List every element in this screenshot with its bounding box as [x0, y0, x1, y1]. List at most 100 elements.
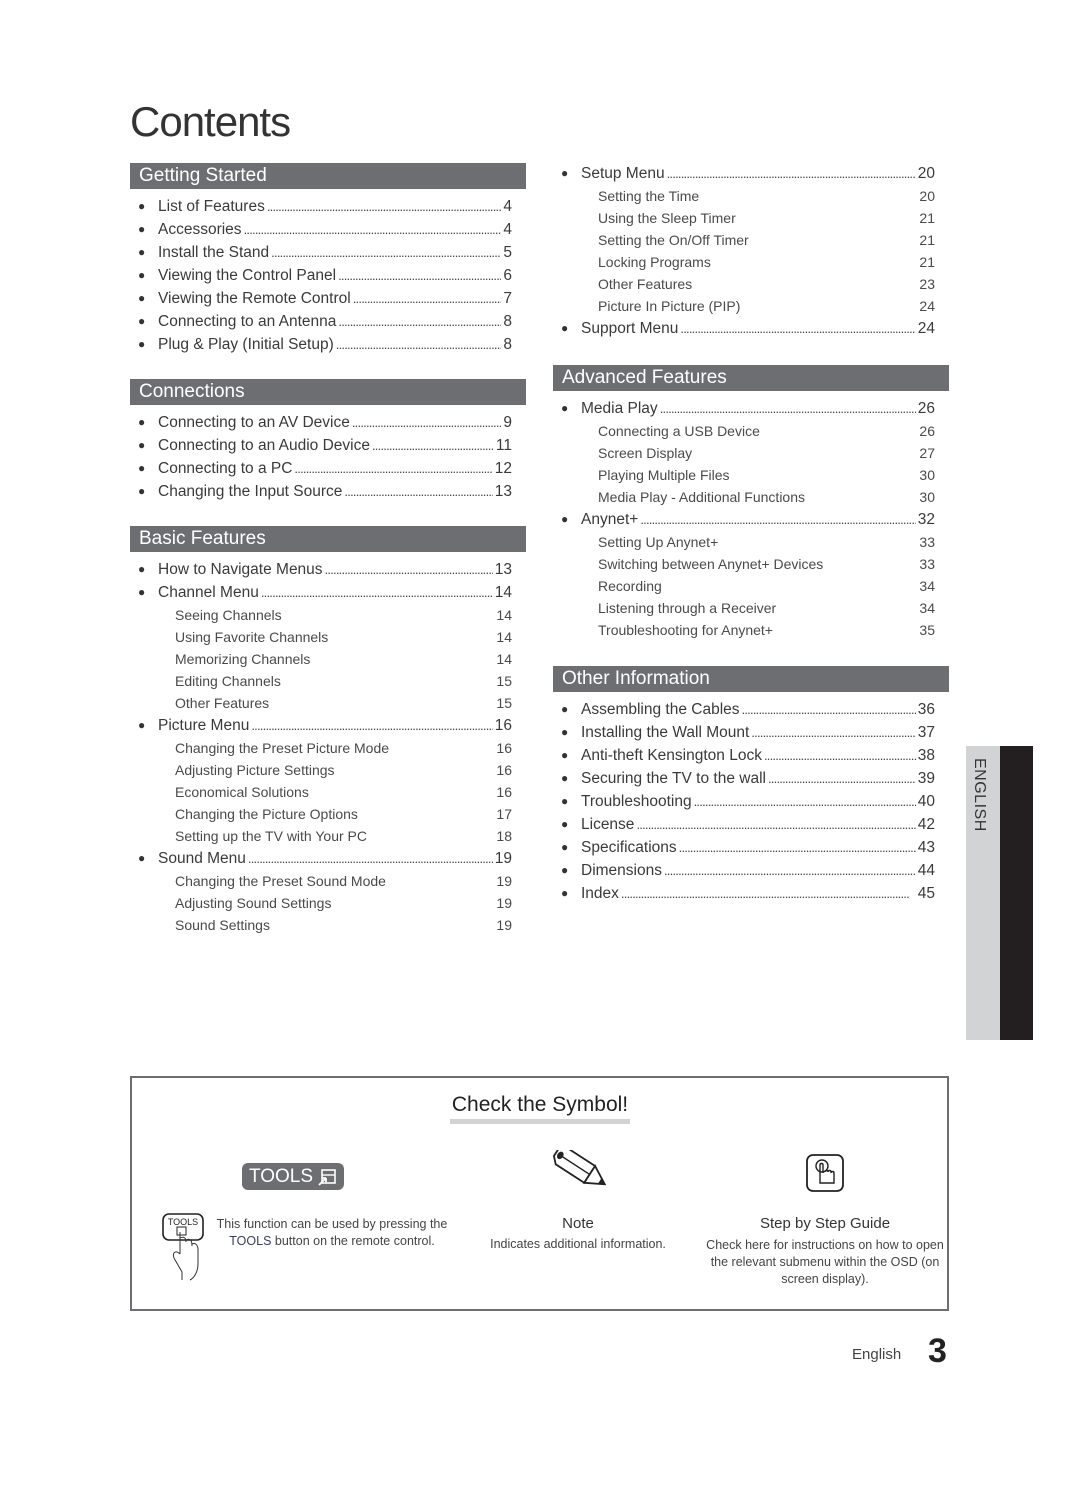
toc-subentry[interactable]: Troubleshooting for Anynet+ 35 [553, 619, 949, 641]
toc-subentry[interactable]: Using Favorite Channels 14 [130, 626, 526, 648]
dot-leader [244, 218, 502, 241]
toc-subentry-title: Locking Programs [598, 254, 711, 270]
toc-entry-page: 32 [917, 511, 935, 528]
toc-entry[interactable]: ● Plug & Play (Initial Setup) 8 [130, 333, 526, 356]
toc-subentry-page: 16 [496, 762, 512, 778]
toc-entry-page: 44 [917, 862, 935, 879]
toc-entry-title: Viewing the Remote Control [158, 290, 351, 307]
toc-subentry[interactable]: Changing the Picture Options 17 [130, 803, 526, 825]
toc-entry[interactable]: ● Connecting to an Audio Device 11 [130, 434, 526, 457]
toc-subentry[interactable]: Adjusting Sound Settings 19 [130, 892, 526, 914]
toc-subentry-page: 19 [496, 917, 512, 933]
toc-entry[interactable]: ● Support Menu 24 [553, 317, 949, 340]
toc-subentry-title: Adjusting Sound Settings [175, 895, 332, 911]
dot-leader [694, 790, 916, 813]
toc-subentry[interactable]: Changing the Preset Picture Mode 16 [130, 737, 526, 759]
toc-entry[interactable]: ● Connecting to an Antenna 8 [130, 310, 526, 333]
toc-subentry[interactable]: Recording 34 [553, 575, 949, 597]
toc-entry[interactable]: ● Connecting to an AV Device 9 [130, 411, 526, 434]
toc-entry[interactable]: ● Viewing the Control Panel 6 [130, 264, 526, 287]
toc-entry[interactable]: ● How to Navigate Menus 13 [130, 558, 526, 581]
toc-entry[interactable]: ● Accessories 4 [130, 218, 526, 241]
dot-leader [680, 317, 915, 340]
toc-subentry[interactable]: Changing the Preset Sound Mode 19 [130, 870, 526, 892]
note-label: Note [562, 1215, 594, 1232]
toc-subentry-title: Changing the Preset Sound Mode [175, 873, 386, 889]
toc-subentry[interactable]: Editing Channels 15 [130, 670, 526, 692]
toc-entry-title: Accessories [158, 221, 242, 238]
toc-subentry-page: 30 [919, 489, 935, 505]
toc-subentry[interactable]: Setting Up Anynet+ 33 [553, 531, 949, 553]
toc-entry[interactable]: ● Anynet+ 32 [553, 508, 949, 531]
bullet-icon: ● [138, 337, 146, 351]
dot-leader [352, 411, 502, 434]
tools-badge: TOOLS [242, 1163, 344, 1190]
toc-entry[interactable]: ● Anti-theft Kensington Lock 38 [553, 744, 949, 767]
toc-entry[interactable]: ● Picture Menu 16 [130, 714, 526, 737]
toc-list: ● Connecting to an AV Device 9 ● Connecting … [130, 411, 526, 503]
toc-subentry[interactable]: Setting the Time 20 [553, 185, 949, 207]
toc-subentry[interactable]: Seeing Channels 14 [130, 604, 526, 626]
toc-entry-title: Troubleshooting [581, 793, 692, 810]
toc-subentry[interactable]: Playing Multiple Files 30 [553, 464, 949, 486]
toc-entry[interactable]: ● Index 45 [553, 882, 949, 905]
toc-entry[interactable]: ● Dimensions 44 [553, 859, 949, 882]
toc-subentry[interactable]: Connecting a USB Device 26 [553, 420, 949, 442]
toc-entry[interactable]: ● Connecting to a PC 12 [130, 457, 526, 480]
toc-section: ● Setup Menu 20 Setting the Time 20 Using the… [553, 162, 949, 340]
toc-entry[interactable]: ● Securing the TV to the wall 39 [553, 767, 949, 790]
toc-subentry-page: 21 [919, 254, 935, 270]
toc-subentry[interactable]: Locking Programs 21 [553, 251, 949, 273]
toc-subentry-title: Picture In Picture (PIP) [598, 298, 741, 314]
toc-subentry[interactable]: Listening through a Receiver 34 [553, 597, 949, 619]
toc-entry-title: License [581, 816, 635, 833]
toc-subentry[interactable]: Setting the On/Off Timer 21 [553, 229, 949, 251]
toc-subentry[interactable]: Setting up the TV with Your PC 18 [130, 825, 526, 847]
toc-right-column: ● Setup Menu 20 Setting the Time 20 Using the… [553, 162, 949, 905]
tools-desc-text-end: button on the remote control. [274, 1234, 435, 1248]
toc-entry[interactable]: ● Media Play 26 [553, 397, 949, 420]
toc-entry[interactable]: ● Specifications 43 [553, 836, 949, 859]
toc-subentry[interactable]: Picture In Picture (PIP) 24 [553, 295, 949, 317]
toc-subentry-page: 33 [919, 556, 935, 572]
toc-subentry[interactable]: Screen Display 27 [553, 442, 949, 464]
guide-description: Check here for instructions on how to op… [706, 1238, 944, 1286]
bullet-icon: ● [561, 817, 569, 831]
dot-leader [660, 397, 916, 420]
toc-subentry-title: Other Features [598, 276, 693, 292]
toc-subentry[interactable]: Switching between Anynet+ Devices 33 [553, 553, 949, 575]
toc-entry[interactable]: ● List of Features 4 [130, 195, 526, 218]
toc-subentry-page: 30 [919, 467, 935, 483]
footer-language: English [852, 1346, 902, 1363]
toc-subentry[interactable]: Other Features 23 [553, 273, 949, 295]
dot-leader [621, 882, 916, 905]
toc-subentry[interactable]: Other Features 15 [130, 692, 526, 714]
toc-entry[interactable]: ● Sound Menu 19 [130, 847, 526, 870]
toc-subentry-title: Editing Channels [175, 673, 281, 689]
toc-entry-title: Assembling the Cables [581, 701, 740, 718]
toc-subentry[interactable]: Media Play - Additional Functions 30 [553, 486, 949, 508]
dot-leader [325, 558, 493, 581]
toc-entry[interactable]: ● Troubleshooting 40 [553, 790, 949, 813]
toc-subentry[interactable]: Economical Solutions 16 [130, 781, 526, 803]
toc-entry[interactable]: ● Viewing the Remote Control 7 [130, 287, 526, 310]
toc-entry-page: 20 [917, 165, 935, 182]
toc-entry-page: 37 [917, 724, 935, 741]
toc-entry-page: 4 [503, 198, 512, 215]
toc-entry[interactable]: ● Setup Menu 20 [553, 162, 949, 185]
toc-entry-title: List of Features [158, 198, 265, 215]
toc-subentry[interactable]: Adjusting Picture Settings 16 [130, 759, 526, 781]
toc-entry[interactable]: ● Installing the Wall Mount 37 [553, 721, 949, 744]
toc-entry[interactable]: ● Install the Stand 5 [130, 241, 526, 264]
toc-entry[interactable]: ● Assembling the Cables 36 [553, 698, 949, 721]
toc-entry[interactable]: ● License 42 [553, 813, 949, 836]
toc-subentry-page: 21 [919, 232, 935, 248]
toc-subentry[interactable]: Sound Settings 19 [130, 914, 526, 936]
toc-entry[interactable]: ● Changing the Input Source 13 [130, 480, 526, 503]
toc-subentry[interactable]: Memorizing Channels 14 [130, 648, 526, 670]
dot-leader [336, 333, 502, 356]
toc-subentry[interactable]: Using the Sleep Timer 21 [553, 207, 949, 229]
toc-entry[interactable]: ● Channel Menu 14 [130, 581, 526, 604]
